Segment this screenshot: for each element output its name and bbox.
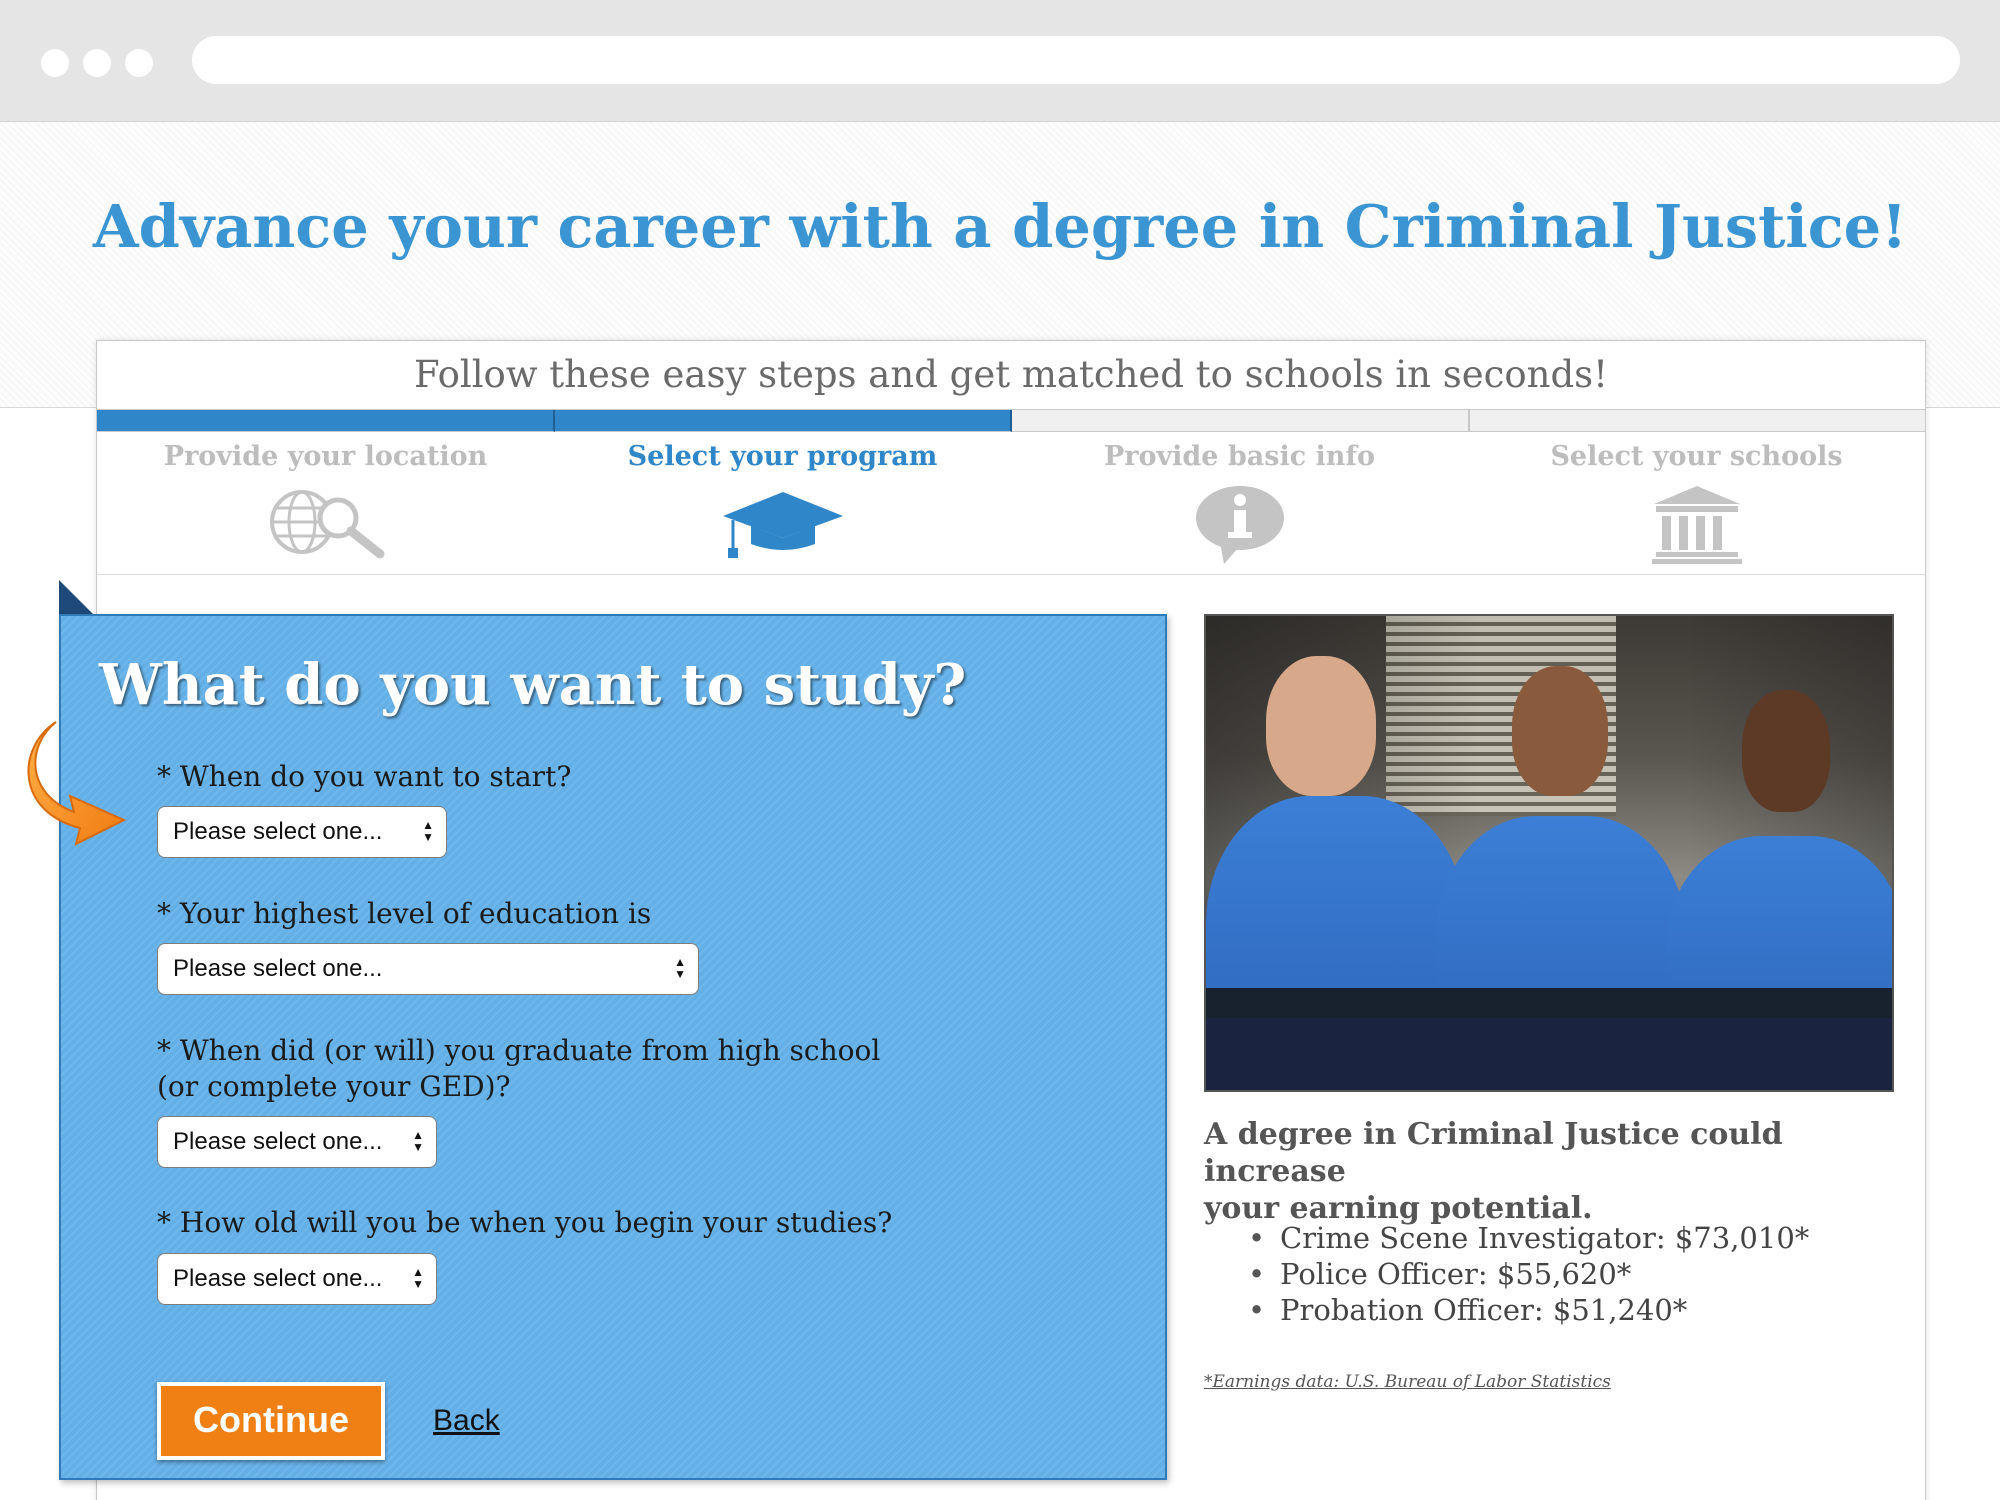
salary-item: Crime Scene Investigator: $73,010* [1248, 1220, 1809, 1256]
officers-photo [1204, 614, 1894, 1092]
salary-item: Probation Officer: $51,240* [1248, 1292, 1809, 1328]
progress-bar [97, 409, 1925, 432]
orange-arrow-icon [27, 721, 127, 846]
select-arrows-icon: ▲ ▼ [412, 1128, 424, 1154]
school-building-icon [1651, 486, 1742, 564]
officer-center-head [1512, 666, 1608, 796]
step-basic-info[interactable]: Provide basic info [1011, 431, 1468, 574]
step-label: Select your program [627, 441, 938, 472]
select-value: Please select one... [173, 955, 383, 982]
graduation-cap-icon [722, 492, 843, 558]
salary-list: Crime Scene Investigator: $73,010* Polic… [1248, 1220, 1809, 1328]
earnings-caption: A degree in Criminal Justice could incre… [1204, 1116, 1904, 1227]
question-education-label: * Your highest level of education is [157, 897, 652, 930]
question-graduation-label: * When did (or will) you graduate from h… [157, 1034, 881, 1067]
info-bubble-icon [1195, 486, 1284, 564]
question-age-label: * How old will you be when you begin you… [157, 1206, 893, 1239]
step-label: Select your schools [1550, 441, 1843, 472]
step-schools[interactable]: Select your schools [1468, 431, 1925, 574]
progress-segment-3 [1012, 410, 1470, 432]
progress-segment-1 [97, 410, 555, 432]
card-fold [59, 580, 93, 614]
select-arrows-icon: ▲ ▼ [422, 818, 434, 844]
window-control-dot[interactable] [125, 49, 153, 77]
step-location[interactable]: Provide your location [97, 431, 554, 574]
select-value: Please select one... [173, 1128, 383, 1155]
graduation-year-select[interactable]: Please select one... ▲ ▼ [157, 1116, 437, 1168]
page-title: Advance your career with a degree in Cri… [92, 192, 1908, 261]
subheadline: Follow these easy steps and get matched … [413, 353, 1609, 396]
duty-belts [1206, 988, 1892, 1018]
select-value: Please select one... [173, 1265, 383, 1292]
back-link[interactable]: Back [433, 1404, 500, 1438]
progress-segment-4 [1469, 410, 1925, 432]
salary-item: Police Officer: $55,620* [1248, 1256, 1809, 1292]
officer-left-head [1266, 656, 1376, 796]
window-control-dot[interactable] [83, 49, 111, 77]
step-label: Provide basic info [1103, 441, 1376, 472]
select-value: Please select one... [173, 818, 383, 845]
form-title: What do you want to study? [99, 652, 967, 718]
education-level-select[interactable]: Please select one... ▲ ▼ [157, 943, 699, 995]
question-start-label: * When do you want to start? [157, 760, 572, 793]
step-program[interactable]: Select your program [554, 431, 1011, 574]
globe-search-icon [269, 490, 384, 559]
address-bar[interactable] [192, 36, 1960, 84]
study-form: What do you want to study? * When do you… [59, 614, 1167, 1480]
step-label: Provide your location [163, 441, 488, 472]
earnings-caption-line1: A degree in Criminal Justice could incre… [1204, 1117, 1783, 1189]
continue-button[interactable]: Continue [157, 1382, 385, 1460]
question-graduation-label-line2: (or complete your GED)? [157, 1070, 511, 1103]
browser-chrome [0, 0, 2000, 122]
age-select[interactable]: Please select one... ▲ ▼ [157, 1253, 437, 1305]
start-date-select[interactable]: Please select one... ▲ ▼ [157, 806, 447, 858]
earnings-footnote-link[interactable]: *Earnings data: U.S. Bureau of Labor Sta… [1204, 1372, 1611, 1392]
select-arrows-icon: ▲ ▼ [674, 955, 686, 981]
window-control-dot[interactable] [41, 49, 69, 77]
officer-right-head [1742, 690, 1830, 812]
progress-segment-2 [554, 410, 1012, 432]
trousers [1206, 1018, 1892, 1090]
steps-nav: Provide your location Select your progra… [97, 431, 1925, 575]
select-arrows-icon: ▲ ▼ [412, 1265, 424, 1291]
